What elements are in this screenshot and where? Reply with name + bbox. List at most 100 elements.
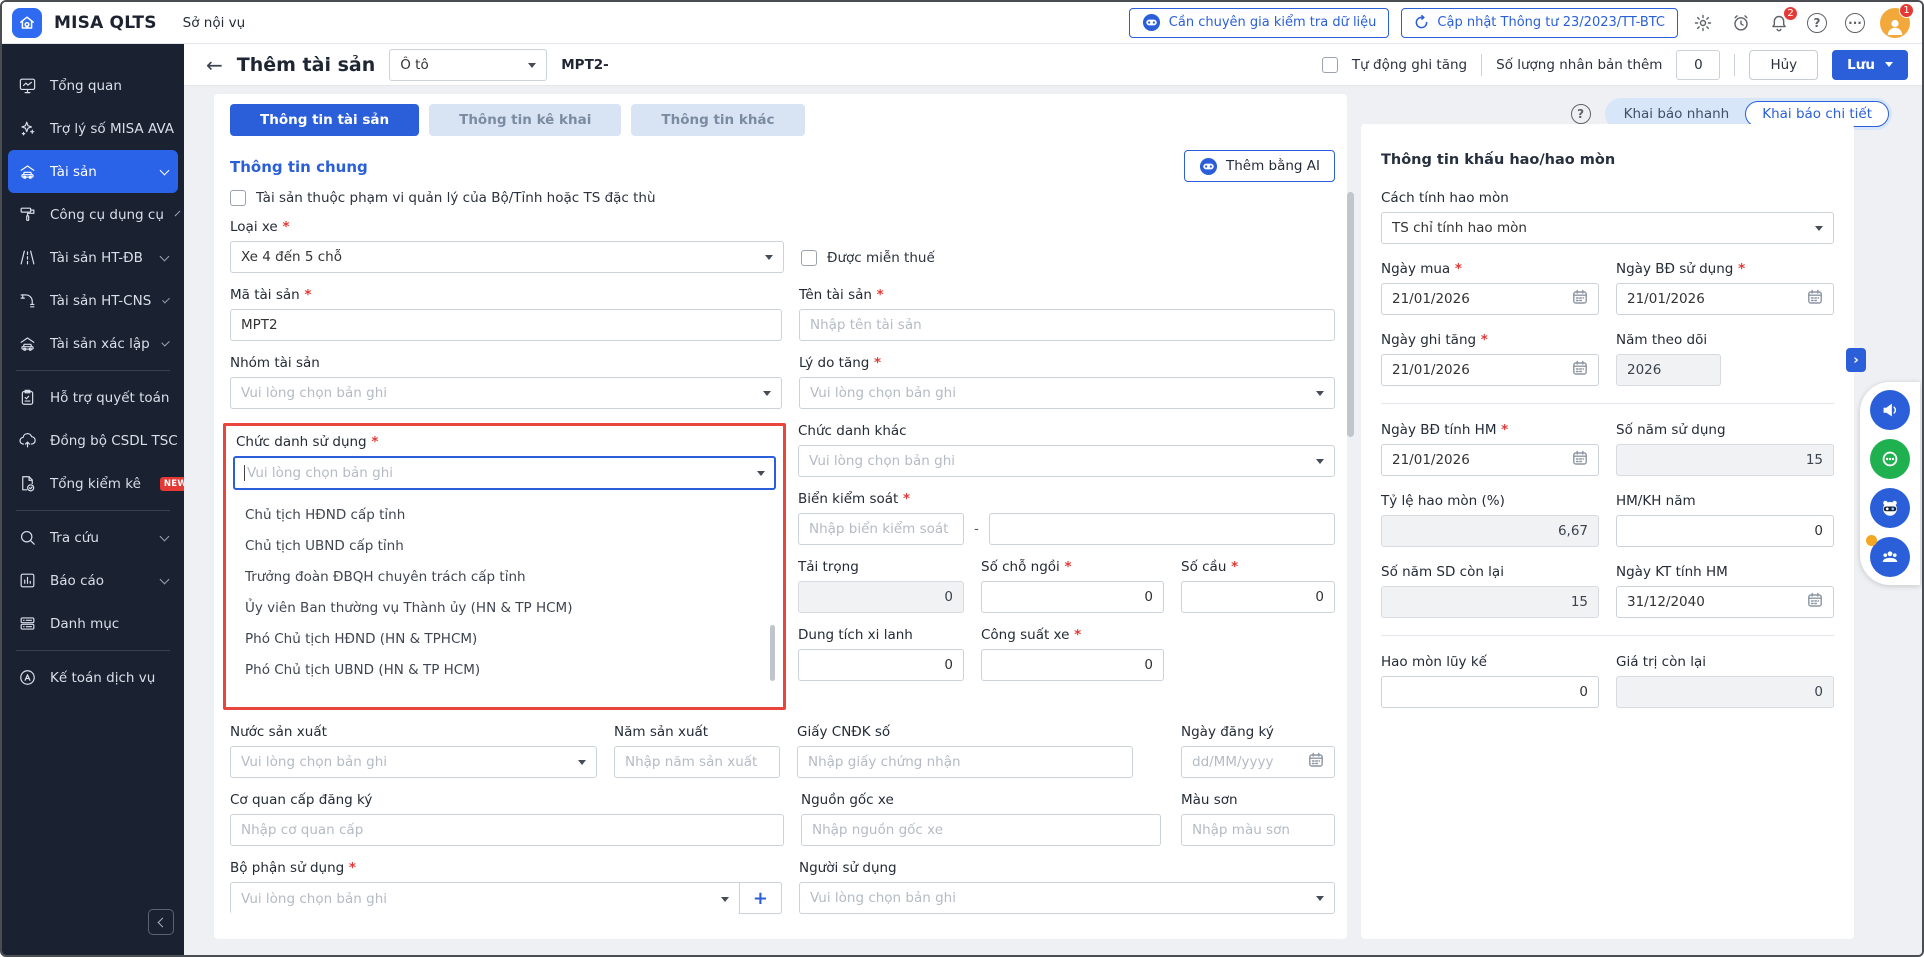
- sidebar-item-tong-kiem-ke[interactable]: Tổng kiểm kê NEW: [2, 462, 184, 505]
- license-plate-group: -: [798, 513, 1335, 545]
- calendar-icon[interactable]: [1308, 752, 1324, 772]
- app-logo-icon[interactable]: [12, 8, 42, 38]
- tab-declaration-info[interactable]: Thông tin kê khai: [429, 104, 621, 136]
- record-increase-date-label: Ngày ghi tăng: [1381, 332, 1599, 348]
- tab-other-info[interactable]: Thông tin khác: [631, 104, 804, 136]
- dropdown-scrollbar-thumb[interactable]: [770, 625, 775, 681]
- user-select[interactable]: Vui lòng chọn bản ghi: [799, 882, 1335, 914]
- alarm-clock-icon[interactable]: [1728, 10, 1754, 36]
- registration-date-picker[interactable]: dd/MM/yyyy: [1181, 746, 1335, 778]
- tax-exempt-checkbox[interactable]: [801, 250, 817, 266]
- tab-asset-info[interactable]: Thông tin tài sản: [230, 104, 419, 136]
- dep-per-year-input[interactable]: [1616, 515, 1834, 547]
- using-department-select[interactable]: Vui lòng chọn bản ghi: [231, 883, 739, 915]
- position-in-use-combobox[interactable]: Vui lòng chọn bản ghi: [233, 456, 776, 490]
- ava-chatbot-icon[interactable]: [1870, 488, 1910, 528]
- license-plate-input-2[interactable]: [989, 513, 1335, 545]
- announcement-megaphone-icon[interactable]: [1870, 390, 1910, 430]
- calendar-icon[interactable]: [1572, 450, 1588, 470]
- cylinder-capacity-label: Dung tích xi lanh: [798, 627, 964, 643]
- sidebar-item-ke-toan-dich-vu[interactable]: Kế toán dịch vụ: [2, 656, 184, 699]
- registration-cert-input[interactable]: [797, 746, 1133, 778]
- production-year-input[interactable]: [614, 746, 780, 778]
- axle-count-input[interactable]: [1181, 581, 1335, 613]
- dropdown-option[interactable]: Chủ tịch HĐND cấp tỉnh: [233, 499, 776, 530]
- sidebar-item-tong-quan[interactable]: Tổng quan: [2, 64, 184, 107]
- scope-checkbox[interactable]: [230, 190, 246, 206]
- dep-start-date-picker[interactable]: 21/01/2026: [1381, 444, 1599, 476]
- accumulated-dep-label: Hao mòn lũy kế: [1381, 654, 1599, 670]
- chat-support-icon[interactable]: [1870, 439, 1910, 479]
- expert-check-button[interactable]: Cần chuyên gia kiểm tra dữ liệu: [1129, 8, 1390, 38]
- vehicle-type-select[interactable]: Xe 4 đến 5 chỗ: [230, 241, 784, 273]
- seat-count-input[interactable]: [981, 581, 1164, 613]
- record-increase-date-picker[interactable]: 21/01/2026: [1381, 354, 1599, 386]
- purchase-date-picker[interactable]: 21/01/2026: [1381, 283, 1599, 315]
- sidebar-item-tai-san-ht-db[interactable]: Tài sản HT-ĐB: [2, 236, 184, 279]
- side-panel-expand-button[interactable]: ›: [1846, 348, 1866, 372]
- dropdown-option[interactable]: Phó Chủ tịch UBND (HN & TP HCM): [233, 654, 776, 685]
- more-options-icon[interactable]: ···: [1842, 10, 1868, 36]
- avatar-badge: 1: [1899, 3, 1914, 18]
- dep-method-select[interactable]: TS chỉ tính hao mòn: [1381, 212, 1834, 244]
- paint-color-input[interactable]: [1181, 814, 1335, 846]
- sidebar-item-cong-cu-dung-cu[interactable]: Công cụ dụng cụ: [2, 193, 184, 236]
- dep-end-date-picker[interactable]: 31/12/2040: [1616, 586, 1834, 618]
- vehicle-origin-input[interactable]: [801, 814, 1161, 846]
- sidebar-item-bao-cao[interactable]: Báo cáo: [2, 559, 184, 602]
- sidebar-collapse-button[interactable]: [148, 909, 174, 935]
- sidebar-item-tai-san-ht-cns[interactable]: Tài sản HT-CNS: [2, 279, 184, 322]
- new-badge: NEW: [160, 477, 184, 491]
- add-department-button[interactable]: +: [739, 883, 781, 913]
- calendar-icon[interactable]: [1572, 360, 1588, 380]
- back-arrow-icon[interactable]: ←: [206, 55, 223, 75]
- dropdown-option[interactable]: Trưởng đoàn ĐBQH chuyên trách cấp tỉnh: [233, 561, 776, 592]
- dropdown-option[interactable]: Phó Chủ tịch HĐND (HN & TPHCM): [233, 623, 776, 654]
- sidebar-item-danh-muc[interactable]: Danh mục: [2, 602, 184, 645]
- dropdown-option[interactable]: Chủ tịch UBND cấp tỉnh: [233, 530, 776, 561]
- update-circular-button[interactable]: Cập nhật Thông tư 23/2023/TT-BTC: [1401, 8, 1678, 38]
- sidebar-item-tro-ly-so[interactable]: Trợ lý số MISA AVA NEW: [2, 107, 184, 150]
- license-plate-input-1[interactable]: [798, 513, 964, 545]
- save-button[interactable]: Lưu: [1832, 50, 1908, 80]
- country-of-origin-select[interactable]: Vui lòng chọn bản ghi: [230, 746, 597, 778]
- notifications-bell-icon[interactable]: 2: [1766, 10, 1792, 36]
- registration-agency-input[interactable]: [230, 814, 784, 846]
- clone-count-input[interactable]: [1676, 50, 1720, 80]
- tracking-year-label: Năm theo dõi: [1616, 332, 1834, 348]
- settings-gear-icon[interactable]: [1690, 10, 1716, 36]
- asset-group-select[interactable]: Vui lòng chọn bản ghi: [230, 377, 782, 409]
- accumulated-dep-input[interactable]: [1381, 676, 1599, 708]
- user-avatar[interactable]: 1: [1880, 8, 1910, 38]
- community-people-icon[interactable]: [1870, 537, 1910, 577]
- cylinder-capacity-input[interactable]: [798, 649, 964, 681]
- auto-record-checkbox[interactable]: [1322, 57, 1338, 73]
- sidebar-item-tai-san-xac-lap[interactable]: Tài sản xác lập: [2, 322, 184, 365]
- calendar-icon[interactable]: [1807, 289, 1823, 309]
- add-by-ai-button[interactable]: Thêm bằng AI: [1184, 150, 1335, 182]
- help-circle-icon[interactable]: ?: [1571, 104, 1591, 124]
- other-position-select[interactable]: Vui lòng chọn bản ghi: [798, 445, 1335, 477]
- asset-form-card: Thông tin tài sản Thông tin kê khai Thôn…: [214, 94, 1347, 939]
- asset-car-home-icon: [17, 334, 37, 354]
- mode-quick-option[interactable]: Khai báo nhanh: [1608, 106, 1746, 122]
- increase-reason-select[interactable]: Vui lòng chọn bản ghi: [799, 377, 1335, 409]
- calendar-icon[interactable]: [1807, 592, 1823, 612]
- sidebar-item-tai-san[interactable]: Tài sản: [8, 150, 178, 193]
- section-title-general: Thông tin chung: [230, 158, 1335, 176]
- sidebar-item-tra-cuu[interactable]: Tra cứu: [2, 516, 184, 559]
- dropdown-option[interactable]: Ủy viên Ban thường vụ Thành ủy (HN & TP …: [233, 592, 776, 623]
- calendar-icon[interactable]: [1572, 289, 1588, 309]
- engine-power-label: Công suất xe: [981, 627, 1164, 643]
- sidebar-item-dong-bo-csdl-tsc[interactable]: Đồng bộ CSDL TSC: [2, 419, 184, 462]
- help-icon[interactable]: ?: [1804, 10, 1830, 36]
- cancel-button[interactable]: Hủy: [1749, 50, 1818, 80]
- engine-power-input[interactable]: [981, 649, 1164, 681]
- asset-code-input[interactable]: [230, 309, 782, 341]
- paint-roller-icon: [17, 205, 37, 225]
- form-scrollbar-thumb[interactable]: [1347, 192, 1354, 437]
- start-use-date-picker[interactable]: 21/01/2026: [1616, 283, 1834, 315]
- asset-name-input[interactable]: [799, 309, 1335, 341]
- sidebar-item-ho-tro-quyet-toan[interactable]: Hỗ trợ quyết toán: [2, 376, 184, 419]
- asset-type-select[interactable]: Ô tô: [389, 49, 547, 81]
